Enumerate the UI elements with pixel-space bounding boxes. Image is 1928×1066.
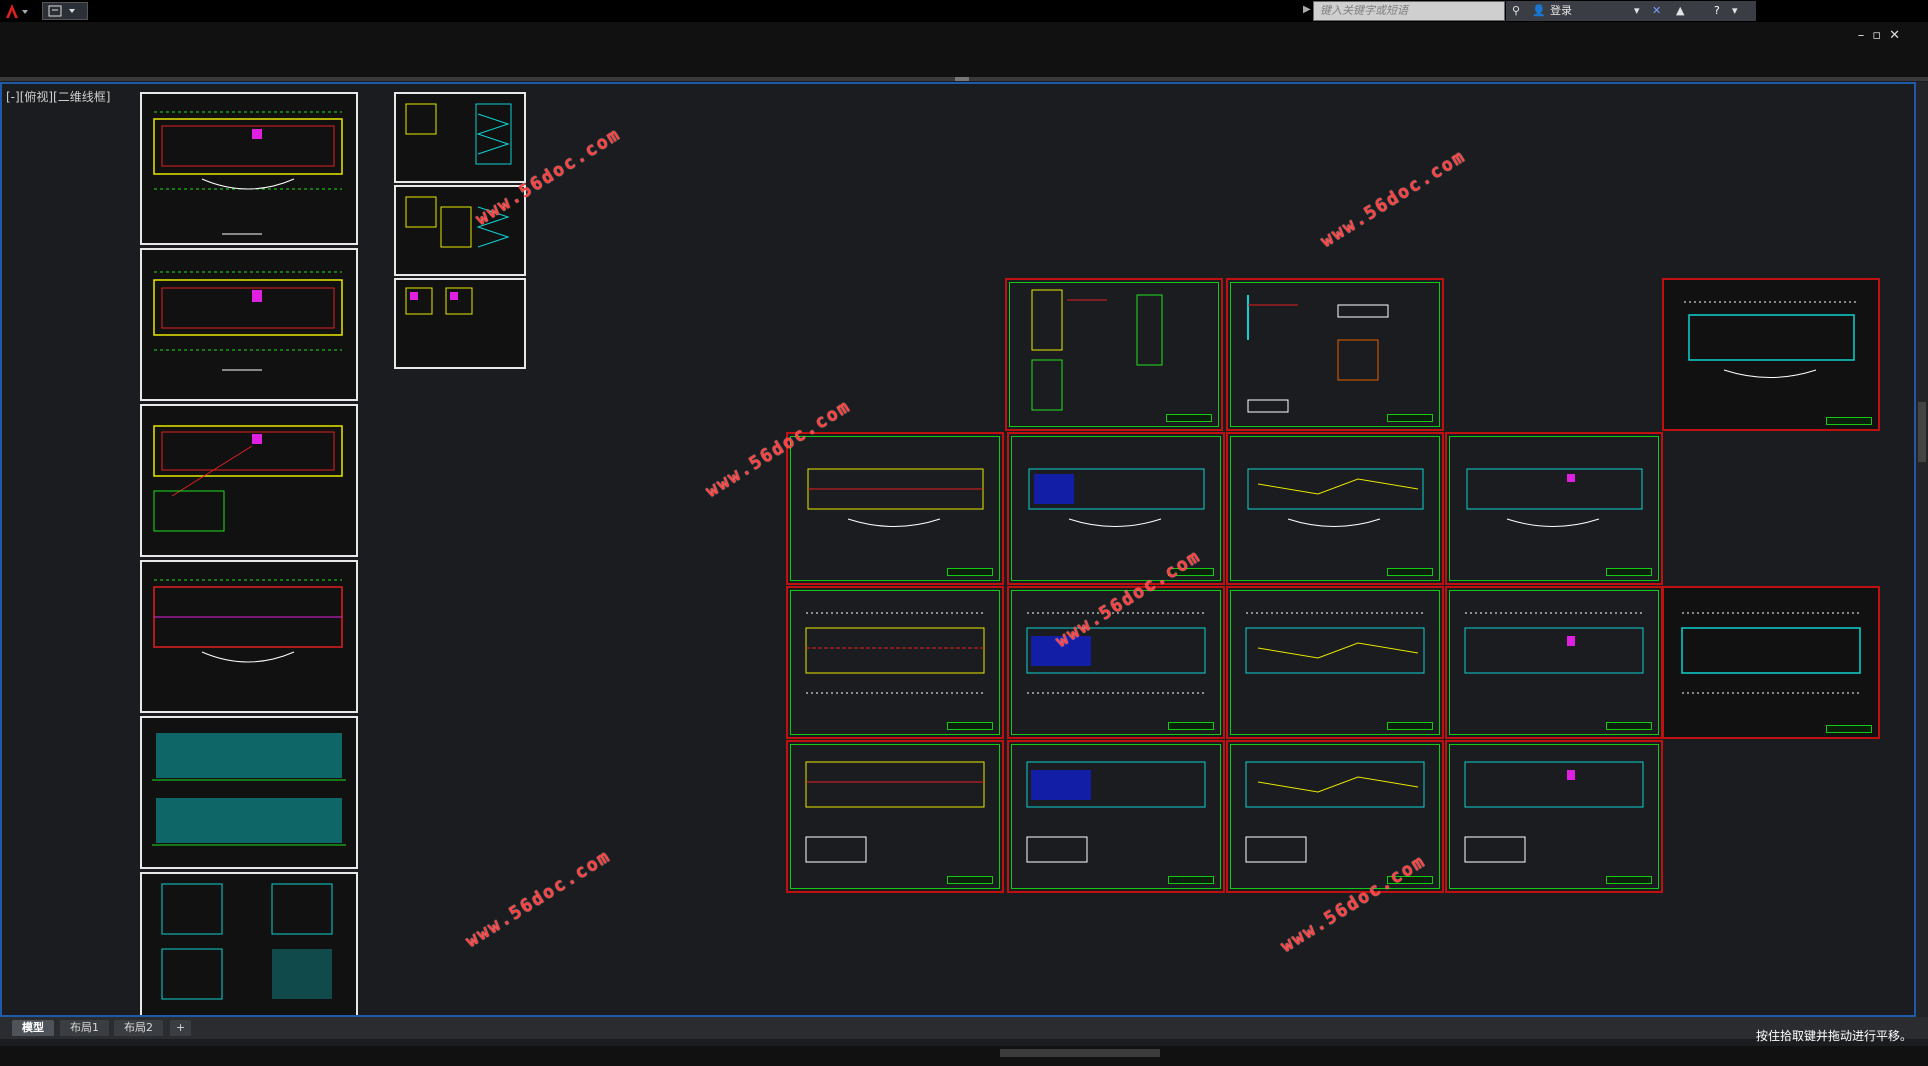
tab-layout1[interactable]: 布局1 <box>60 1020 109 1036</box>
drawing-sheet[interactable] <box>1445 740 1663 893</box>
drawing-sheet[interactable] <box>1007 740 1225 893</box>
fire-alarm-plan-drawing <box>1464 612 1644 674</box>
tab-layout2[interactable]: 布局2 <box>114 1020 163 1036</box>
power-plan-drawing <box>1026 761 1206 863</box>
help-icon[interactable]: ? <box>1714 1 1720 21</box>
restore-icon[interactable]: ▫ <box>1872 28 1889 43</box>
elevation-drawing <box>152 733 346 846</box>
viewport-controls-label[interactable]: [-][俯视][二维线框] <box>6 88 110 105</box>
toilet-detail-drawing <box>405 287 473 315</box>
section-drawing <box>161 883 333 1000</box>
status-bar <box>0 1046 1928 1066</box>
model-space-viewport[interactable]: [-][俯视][二维线框] www.56doc.com www.56doc.co… <box>0 82 1916 1017</box>
window-controls[interactable]: –▫✕ <box>1858 28 1908 43</box>
watermark-text: www.56doc.com <box>462 845 615 952</box>
detail-sheet[interactable] <box>394 92 526 183</box>
minimize-icon[interactable]: – <box>1858 28 1873 43</box>
help-dropdown-icon[interactable]: ▾ <box>1732 1 1738 21</box>
fire-alarm-plan-drawing <box>1464 761 1644 863</box>
help-toolbar: ⚲ 👤 登录 ▾ ✕ ▲ ? ▾ <box>1506 1 1756 21</box>
floor-plan-drawing <box>153 111 343 235</box>
lighting-plan-drawing <box>805 612 985 694</box>
drawing-sheet[interactable] <box>786 586 1004 739</box>
floor-plan-drawing <box>1684 301 1859 378</box>
status-message: 按住拾取键并拖动进行平移。 <box>1755 1029 1912 1043</box>
scroll-thumb[interactable] <box>1918 402 1926 462</box>
lighting-plan-drawing <box>805 761 985 863</box>
drawing-sheet[interactable] <box>140 404 358 557</box>
system-diagram-drawing <box>1031 289 1163 411</box>
vertical-scrollbar[interactable] <box>1916 82 1928 1017</box>
drawing-sheet[interactable] <box>140 248 358 401</box>
drawing-sheet[interactable] <box>140 560 358 713</box>
drawing-sheet[interactable] <box>1662 586 1880 739</box>
layout-tab-bar: 模型 布局1 布局2 + <box>0 1017 1928 1039</box>
drawing-sheet[interactable] <box>1226 586 1444 739</box>
workspace-switch-icon <box>48 5 75 17</box>
lighting-plan-drawing <box>807 468 984 527</box>
drawing-sheet[interactable] <box>140 716 358 869</box>
dropdown-icon[interactable]: ▾ <box>1634 1 1640 21</box>
weak-current-plan-drawing <box>1247 468 1424 527</box>
fire-alarm-plan-drawing <box>1466 468 1643 527</box>
application-menu-button[interactable] <box>0 2 32 20</box>
drawing-sheet[interactable] <box>1226 432 1444 585</box>
a360-icon[interactable]: ▲ <box>1676 1 1684 21</box>
weak-current-plan-drawing <box>1245 612 1425 674</box>
splitter-grip[interactable] <box>955 77 969 81</box>
roof-plan-drawing <box>153 579 343 663</box>
ribbon-area <box>0 22 1928 77</box>
system-diagram-drawing <box>1247 295 1389 413</box>
search-input[interactable]: 键入关键字或短语 <box>1313 1 1505 21</box>
drawing-sheet[interactable] <box>786 740 1004 893</box>
drawing-sheet[interactable] <box>1005 278 1223 431</box>
search-expand-icon[interactable]: ▶ <box>1303 4 1311 15</box>
drawing-sheet[interactable] <box>1445 586 1663 739</box>
drawing-sheet[interactable] <box>1226 278 1444 431</box>
login-link[interactable]: 登录 <box>1550 1 1572 21</box>
horizontal-scroll-thumb[interactable] <box>1000 1049 1160 1057</box>
add-layout-button[interactable]: + <box>170 1020 192 1036</box>
user-icon[interactable]: 👤 <box>1532 1 1546 21</box>
autocad-logo-icon <box>6 4 28 18</box>
title-bar: ▶ 键入关键字或短语 ⚲ 👤 登录 ▾ ✕ ▲ ? ▾ <box>0 0 1928 22</box>
floor-plan-drawing <box>153 425 343 532</box>
watermark-text: www.56doc.com <box>1317 145 1470 252</box>
tab-model[interactable]: 模型 <box>12 1020 54 1036</box>
floor-plan-drawing <box>153 271 343 371</box>
stair-detail-drawing <box>405 103 512 165</box>
drawing-sheet[interactable] <box>1445 432 1663 585</box>
binoculars-icon[interactable]: ⚲ <box>1512 1 1520 21</box>
close-icon[interactable]: ✕ <box>1889 28 1908 43</box>
exchange-icon[interactable]: ✕ <box>1652 1 1661 21</box>
drawing-sheet[interactable] <box>1662 278 1880 431</box>
floor-plan-drawing <box>1681 612 1861 694</box>
drawing-sheet[interactable] <box>786 432 1004 585</box>
quick-access-toolbar[interactable] <box>42 2 88 20</box>
detail-sheet[interactable] <box>394 278 526 369</box>
drawing-sheet[interactable] <box>140 872 358 1015</box>
drawing-sheet[interactable] <box>140 92 358 245</box>
